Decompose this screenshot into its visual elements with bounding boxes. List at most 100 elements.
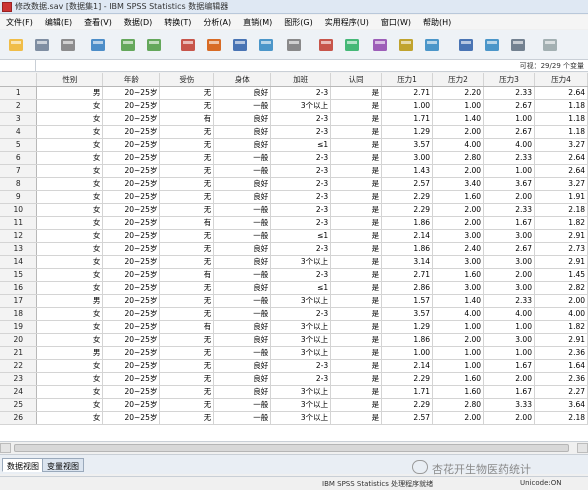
data-cell[interactable]: 20~25岁 bbox=[102, 125, 161, 139]
find-icon[interactable] bbox=[284, 35, 304, 55]
data-cell[interactable]: 20~25岁 bbox=[102, 268, 161, 282]
data-cell[interactable]: 是 bbox=[330, 138, 383, 152]
data-cell[interactable]: 20~25岁 bbox=[102, 359, 161, 373]
data-cell[interactable]: 无 bbox=[159, 255, 215, 269]
data-cell[interactable]: 1.00 bbox=[483, 320, 535, 334]
data-cell[interactable]: 无 bbox=[159, 385, 215, 399]
row-number[interactable]: 25 bbox=[0, 398, 38, 412]
data-cell[interactable]: 4.00 bbox=[534, 307, 588, 321]
data-cell[interactable]: 2.00 bbox=[483, 411, 535, 425]
data-cell[interactable]: 是 bbox=[330, 190, 383, 204]
insert-cases-icon[interactable] bbox=[316, 35, 336, 55]
data-cell[interactable]: 女 bbox=[36, 333, 104, 347]
row-number[interactable]: 12 bbox=[0, 229, 38, 243]
goto-variable-icon[interactable] bbox=[204, 35, 224, 55]
data-cell[interactable]: 1.00 bbox=[432, 320, 485, 334]
row-number[interactable]: 23 bbox=[0, 372, 38, 386]
cell-reference-box[interactable] bbox=[0, 60, 36, 71]
data-cell[interactable]: 2-3 bbox=[270, 268, 332, 282]
data-cell[interactable]: 一般 bbox=[213, 151, 272, 165]
data-cell[interactable]: 2-3 bbox=[270, 151, 332, 165]
print-icon[interactable] bbox=[58, 35, 78, 55]
data-cell[interactable]: 2-3 bbox=[270, 190, 332, 204]
data-cell[interactable]: 3.00 bbox=[483, 281, 535, 295]
data-cell[interactable]: 1.60 bbox=[432, 372, 485, 386]
data-cell[interactable]: 2.67 bbox=[483, 242, 535, 256]
data-cell[interactable]: 女 bbox=[36, 359, 104, 373]
data-cell[interactable]: 良好 bbox=[213, 372, 272, 386]
data-cell[interactable]: 2.91 bbox=[534, 229, 588, 243]
data-cell[interactable]: 3.00 bbox=[432, 281, 485, 295]
data-cell[interactable]: 良好 bbox=[213, 255, 272, 269]
data-cell[interactable]: 无 bbox=[159, 242, 215, 256]
data-cell[interactable]: 2-3 bbox=[270, 203, 332, 217]
data-cell[interactable]: 2.33 bbox=[483, 151, 535, 165]
data-cell[interactable]: 2-3 bbox=[270, 307, 332, 321]
row-number[interactable]: 5 bbox=[0, 138, 38, 152]
data-cell[interactable]: 2.00 bbox=[483, 190, 535, 204]
data-cell[interactable]: 3.27 bbox=[534, 138, 588, 152]
data-cell[interactable]: 20~25岁 bbox=[102, 372, 161, 386]
data-cell[interactable]: 1.18 bbox=[534, 99, 588, 113]
data-cell[interactable]: 女 bbox=[36, 411, 104, 425]
data-cell[interactable]: 一般 bbox=[213, 99, 272, 113]
data-cell[interactable]: 无 bbox=[159, 125, 215, 139]
data-cell[interactable]: 良好 bbox=[213, 190, 272, 204]
undo-icon[interactable] bbox=[118, 35, 138, 55]
data-cell[interactable]: 无 bbox=[159, 229, 215, 243]
data-cell[interactable]: 2.33 bbox=[483, 203, 535, 217]
data-cell[interactable]: 20~25岁 bbox=[102, 190, 161, 204]
data-cell[interactable]: 一般 bbox=[213, 216, 272, 230]
data-cell[interactable]: 2.00 bbox=[432, 216, 485, 230]
column-header[interactable]: 受伤 bbox=[159, 73, 215, 87]
data-cell[interactable]: 是 bbox=[330, 229, 383, 243]
data-cell[interactable]: 一般 bbox=[213, 294, 272, 308]
data-cell[interactable]: 2.14 bbox=[381, 229, 434, 243]
data-cell[interactable]: 4.00 bbox=[483, 307, 535, 321]
row-number[interactable]: 7 bbox=[0, 164, 38, 178]
data-cell[interactable]: 良好 bbox=[213, 359, 272, 373]
data-cell[interactable]: 3.00 bbox=[432, 229, 485, 243]
data-cell[interactable]: 是 bbox=[330, 385, 383, 399]
data-cell[interactable]: 女 bbox=[36, 372, 104, 386]
data-cell[interactable]: 2.82 bbox=[534, 281, 588, 295]
data-cell[interactable]: 20~25岁 bbox=[102, 242, 161, 256]
data-cell[interactable]: 20~25岁 bbox=[102, 320, 161, 334]
row-number[interactable]: 4 bbox=[0, 125, 38, 139]
tab-variable-view[interactable]: 变量视图 bbox=[42, 458, 84, 472]
data-cell[interactable]: 有 bbox=[159, 320, 215, 334]
data-cell[interactable]: 有 bbox=[159, 112, 215, 126]
data-cell[interactable]: 3.27 bbox=[534, 177, 588, 191]
menu-item-7[interactable]: 图形(G) bbox=[278, 17, 318, 28]
row-number[interactable]: 13 bbox=[0, 242, 38, 256]
data-cell[interactable]: 良好 bbox=[213, 125, 272, 139]
data-cell[interactable]: 2.00 bbox=[432, 203, 485, 217]
data-cell[interactable]: 3个以上 bbox=[270, 398, 332, 412]
data-cell[interactable]: 3.00 bbox=[483, 255, 535, 269]
data-cell[interactable]: 2.27 bbox=[534, 385, 588, 399]
data-cell[interactable]: 20~25岁 bbox=[102, 99, 161, 113]
data-cell[interactable]: 女 bbox=[36, 99, 104, 113]
data-cell[interactable]: 1.00 bbox=[432, 359, 485, 373]
column-header[interactable]: 压力2 bbox=[432, 73, 485, 87]
data-cell[interactable]: 一般 bbox=[213, 268, 272, 282]
data-cell[interactable]: 良好 bbox=[213, 242, 272, 256]
data-cell[interactable]: 2.64 bbox=[534, 86, 588, 100]
data-cell[interactable]: 2.73 bbox=[534, 242, 588, 256]
data-cell[interactable]: 2-3 bbox=[270, 216, 332, 230]
data-cell[interactable]: 一般 bbox=[213, 307, 272, 321]
row-number[interactable]: 24 bbox=[0, 385, 38, 399]
data-cell[interactable]: 2-3 bbox=[270, 86, 332, 100]
data-cell[interactable]: 2.33 bbox=[483, 294, 535, 308]
redo-icon[interactable] bbox=[144, 35, 164, 55]
data-cell[interactable]: 2.57 bbox=[381, 411, 434, 425]
data-cell[interactable]: 1.00 bbox=[381, 99, 434, 113]
data-cell[interactable]: ≤1 bbox=[270, 138, 332, 152]
data-cell[interactable]: 是 bbox=[330, 398, 383, 412]
data-cell[interactable]: 无 bbox=[159, 333, 215, 347]
data-cell[interactable]: 1.86 bbox=[381, 216, 434, 230]
data-cell[interactable]: 3.33 bbox=[483, 398, 535, 412]
data-cell[interactable]: 3个以上 bbox=[270, 99, 332, 113]
data-cell[interactable]: 2.40 bbox=[432, 242, 485, 256]
data-cell[interactable]: 1.43 bbox=[381, 164, 434, 178]
